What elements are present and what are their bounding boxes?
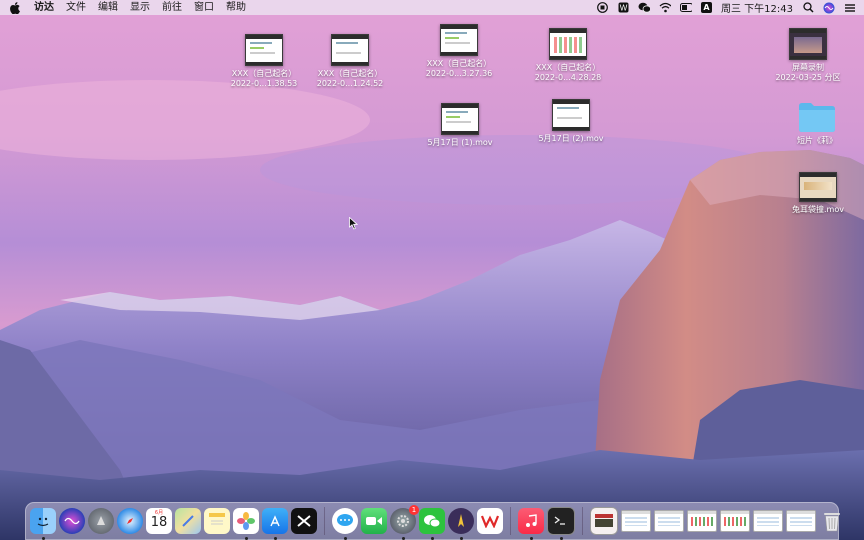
menu-help[interactable]: 帮助	[226, 0, 246, 15]
video-thumbnail-icon	[245, 34, 283, 66]
notification-badge: 1	[409, 505, 419, 515]
menu-bar: 访达 文件 编辑 显示 前往 窗口 帮助 W A 周三 下午12:43	[0, 0, 864, 15]
app-store-icon[interactable]	[262, 508, 288, 540]
desktop-file-4[interactable]: XXX（自己起名） 2022-0...4.28.28	[522, 28, 614, 83]
calendar-day: 18	[150, 515, 168, 530]
tampermonkey-icon[interactable]	[448, 508, 474, 540]
video-thumbnail-icon	[549, 28, 587, 60]
photos-icon[interactable]	[233, 508, 259, 540]
video-thumbnail-icon	[331, 34, 369, 66]
minimized-window-6[interactable]	[786, 510, 816, 532]
input-method-icon[interactable]: A	[701, 2, 712, 13]
notes-icon[interactable]	[204, 508, 230, 534]
folder-name: 短片《莉》	[797, 136, 837, 145]
mouse-cursor-icon	[349, 217, 358, 230]
video-thumbnail-icon	[441, 103, 479, 135]
file-name: 兔耳袋撞.mov	[792, 205, 844, 214]
siri-icon[interactable]	[59, 508, 85, 534]
svg-text:W: W	[619, 4, 627, 13]
menu-go[interactable]: 前往	[162, 0, 182, 15]
wechat-icon[interactable]	[419, 508, 445, 540]
minimized-window-1[interactable]	[621, 510, 651, 532]
minimized-window-2[interactable]	[654, 510, 684, 532]
video-thumbnail-icon	[440, 24, 478, 56]
menu-app-name[interactable]: 访达	[34, 0, 54, 15]
record-icon[interactable]	[596, 2, 608, 14]
status-area: W A 周三 下午12:43	[596, 0, 856, 15]
menu-clock[interactable]: 周三 下午12:43	[721, 0, 793, 15]
file-name: XXX（自己起名）	[231, 69, 297, 78]
menu-file[interactable]: 文件	[66, 0, 86, 15]
minimized-window-3[interactable]	[687, 510, 717, 532]
finder-icon[interactable]	[30, 508, 56, 540]
menu-view[interactable]: 显示	[130, 0, 150, 15]
file-name: XXX（自己起名）	[535, 63, 601, 72]
file-date: 2022-0...1.24.52	[316, 79, 384, 88]
file-date: 2022-0...4.28.28	[534, 73, 602, 82]
wps-icon[interactable]	[477, 508, 503, 534]
control-center-icon[interactable]	[844, 2, 856, 14]
calendar-icon[interactable]: 6月 18	[146, 508, 172, 534]
wifi-icon[interactable]	[659, 2, 671, 14]
battery-icon[interactable]	[680, 2, 692, 14]
wechat-icon[interactable]	[638, 2, 650, 14]
video-thumbnail-icon	[789, 28, 827, 60]
menu-edit[interactable]: 编辑	[98, 0, 118, 15]
capcut-icon[interactable]	[291, 508, 317, 534]
file-date: 2022-0...1.38.53	[230, 79, 298, 88]
desktop-wallpaper	[0, 0, 864, 540]
file-date: 2022-03-25 分区	[775, 73, 841, 82]
minimized-window-5[interactable]	[753, 510, 783, 532]
desktop-file-screen-recording[interactable]: 屏幕录制 2022-03-25 分区	[762, 28, 854, 83]
file-date: 2022-0...3.27.36	[425, 69, 493, 78]
desktop-file-3[interactable]: XXX（自己起名） 2022-0...3.27.36	[413, 24, 505, 79]
music-icon[interactable]	[518, 508, 544, 540]
search-icon[interactable]	[802, 2, 814, 14]
desktop-file-5[interactable]: 5月17日 (1).mov	[414, 103, 506, 148]
facetime-icon[interactable]	[361, 508, 387, 534]
file-name: 5月17日 (2).mov	[538, 134, 604, 143]
menu-window[interactable]: 窗口	[194, 0, 214, 15]
system-preferences-icon[interactable]: 1	[390, 505, 419, 540]
file-name: 屏幕录制	[792, 63, 824, 72]
minimized-window-4[interactable]	[720, 510, 750, 532]
folder-icon	[799, 103, 835, 132]
file-name: 5月17日 (1).mov	[427, 138, 493, 147]
desktop-file-9[interactable]: 兔耳袋撞.mov	[772, 172, 864, 215]
messages-icon[interactable]	[332, 508, 358, 540]
video-window-icon[interactable]	[590, 507, 618, 535]
terminal-icon[interactable]	[547, 507, 575, 540]
file-name: XXX（自己起名）	[426, 59, 492, 68]
maps-icon[interactable]	[175, 508, 201, 534]
desktop-file-6[interactable]: 5月17日 (2).mov	[525, 99, 617, 144]
file-name: XXX（自己起名）	[317, 69, 383, 78]
desktop-file-2[interactable]: XXX（自己起名） 2022-0...1.24.52	[304, 34, 396, 89]
wps-icon[interactable]: W	[617, 2, 629, 14]
trash-icon[interactable]	[819, 508, 845, 534]
desktop-file-1[interactable]: XXX（自己起名） 2022-0...1.38.53	[218, 34, 310, 89]
dock-separator	[510, 507, 511, 535]
siri-icon[interactable]	[823, 2, 835, 14]
video-thumbnail-icon	[552, 99, 590, 131]
apple-menu-icon[interactable]	[10, 1, 24, 14]
dock-separator	[582, 507, 583, 535]
dock: 6月 18 1	[25, 502, 840, 540]
launchpad-icon[interactable]	[88, 508, 114, 534]
video-thumbnail-icon	[799, 172, 837, 202]
dock-separator	[324, 507, 325, 535]
desktop-folder[interactable]: 短片《莉》	[771, 101, 863, 146]
safari-icon[interactable]	[117, 508, 143, 534]
